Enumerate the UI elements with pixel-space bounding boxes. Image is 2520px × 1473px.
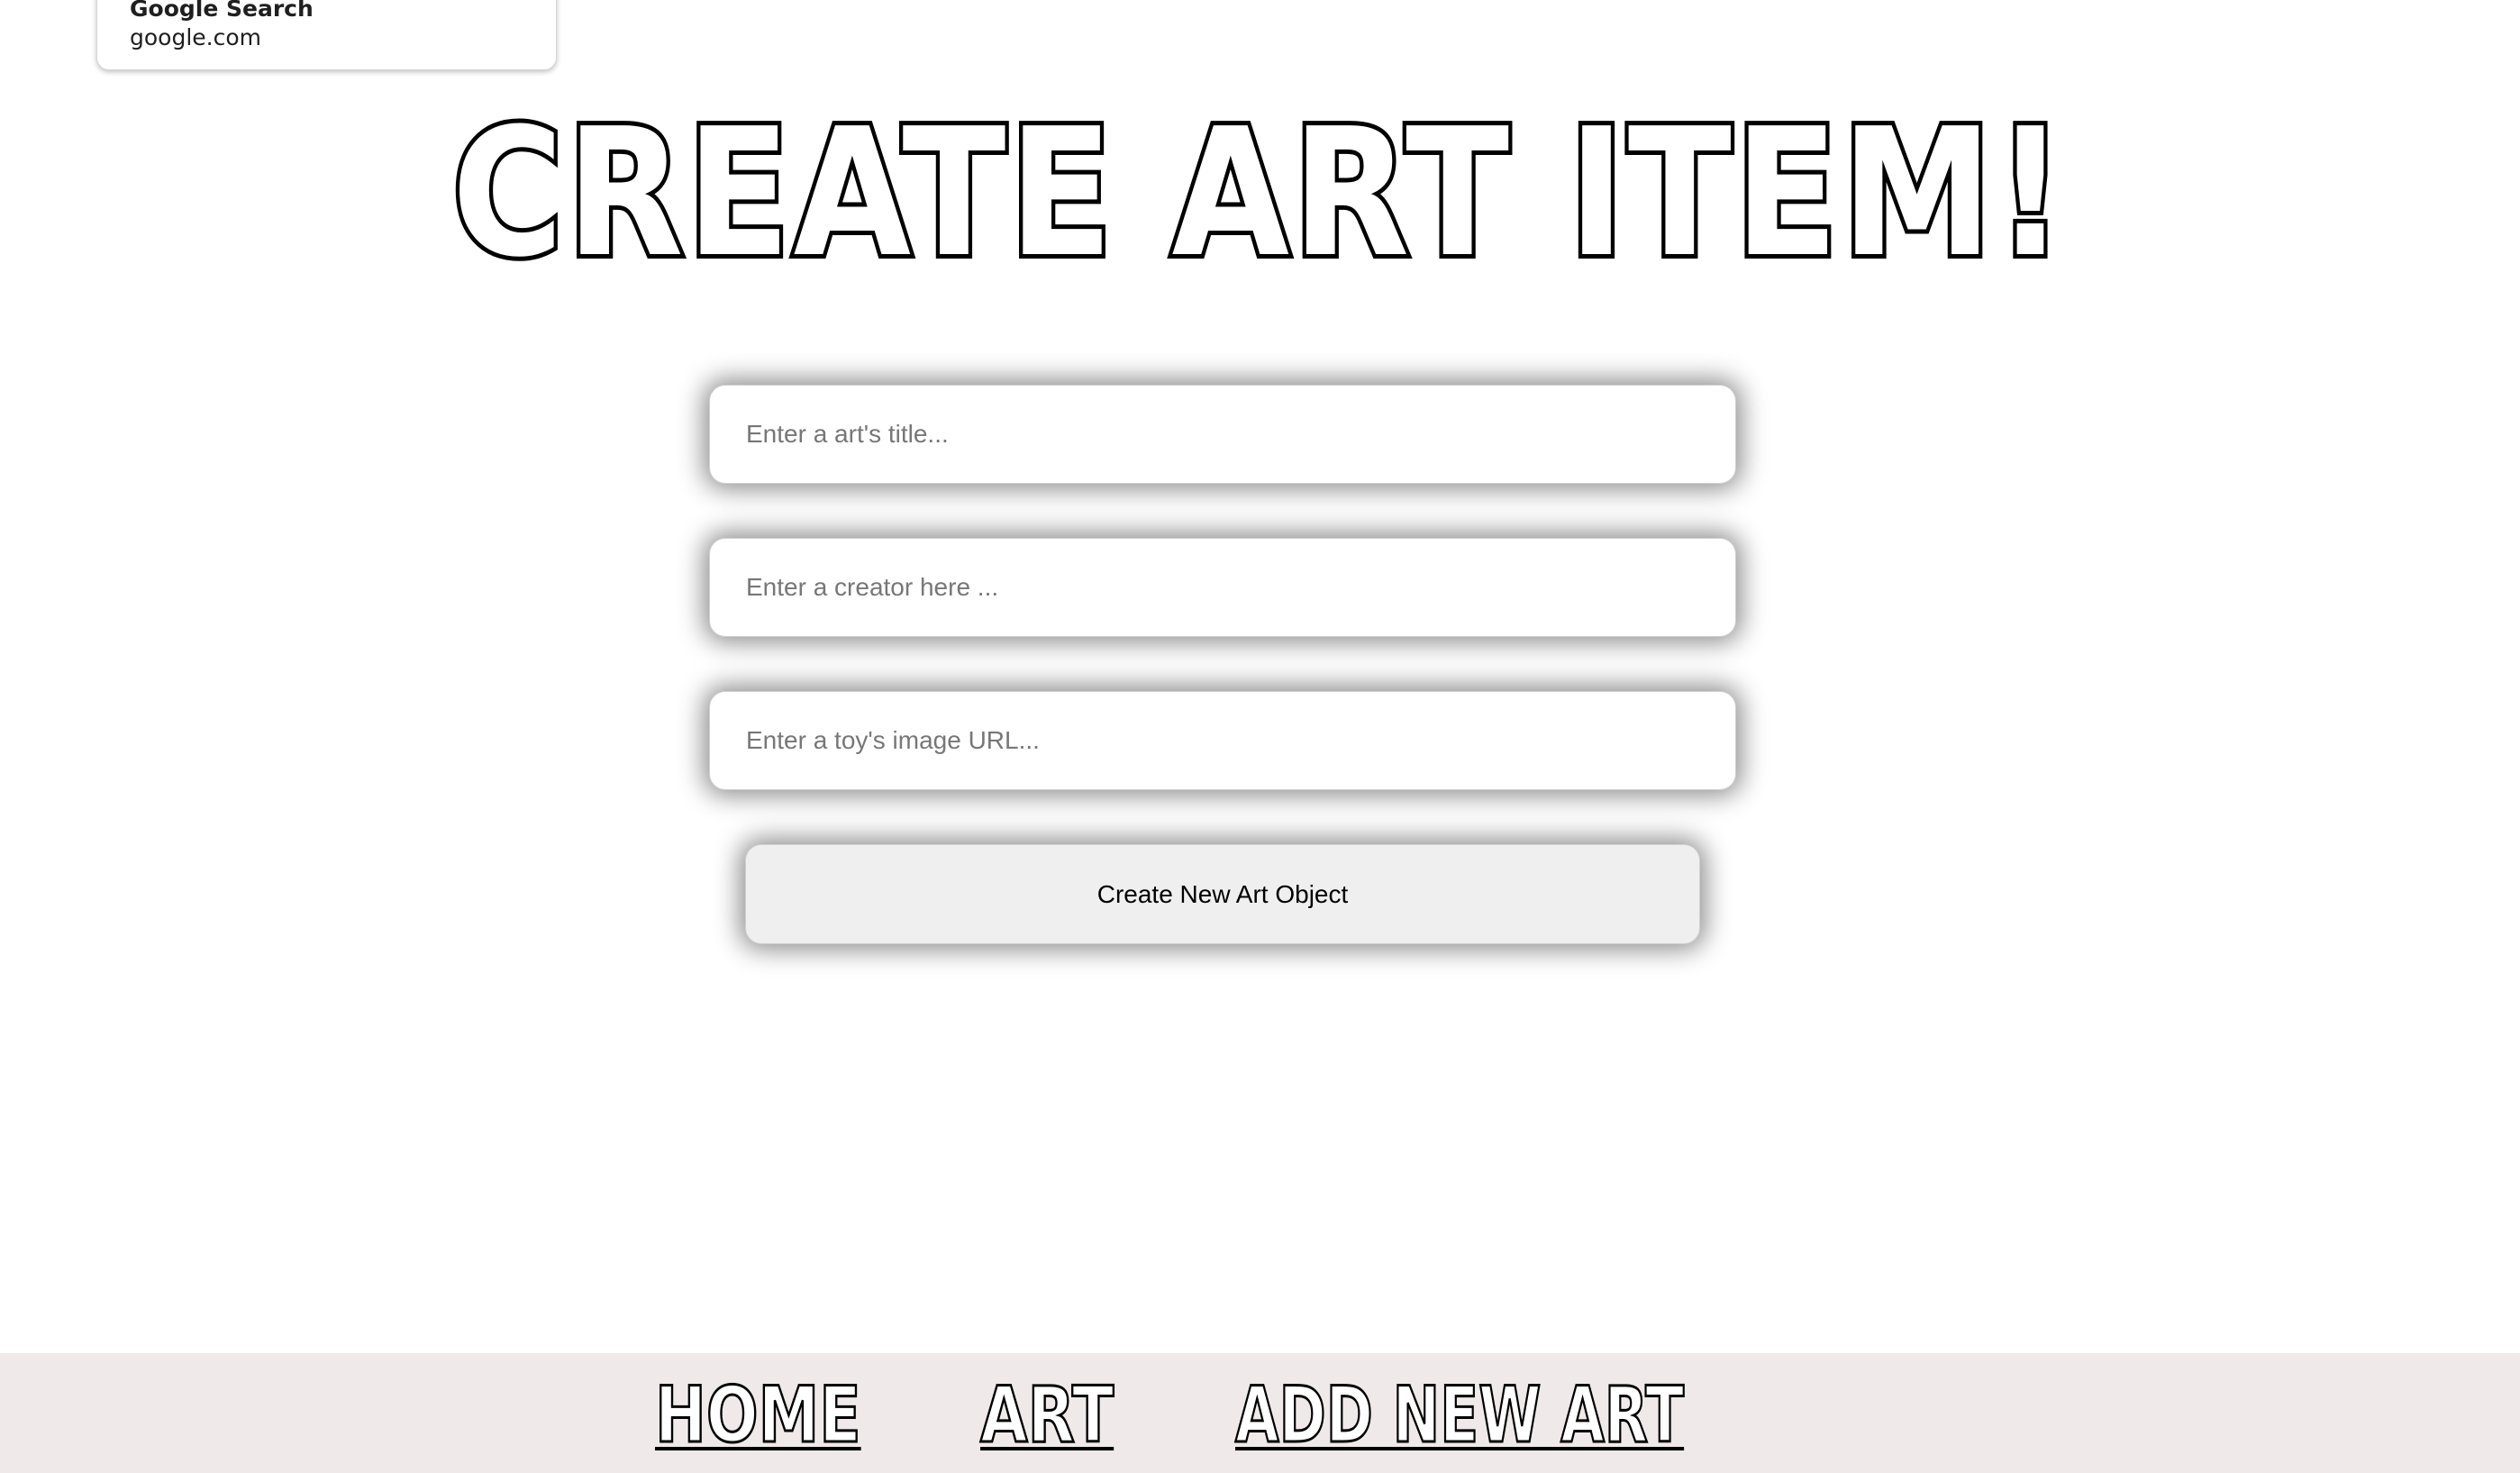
create-art-button[interactable]: Create New Art Object [745, 844, 1700, 944]
footer-nav: HOME ART ADD NEW ART [0, 1353, 2520, 1473]
creator-input[interactable] [709, 538, 1736, 637]
page-title: CREATE ART ITEM! [448, 91, 2069, 296]
page: Google Search google.com CREATE ART ITEM… [0, 0, 2520, 1473]
nav-link-add-new-art[interactable]: ADD NEW ART [1234, 1376, 1685, 1456]
address-suggestion-popup[interactable]: Google Search google.com [96, 0, 557, 70]
nav-link-home[interactable]: HOME [654, 1376, 862, 1456]
art-title-input[interactable] [709, 385, 1736, 484]
suggestion-url: google.com [130, 24, 261, 50]
nav-link-art[interactable]: ART [979, 1376, 1115, 1456]
suggestion-title: Google Search [130, 0, 314, 22]
image-url-input[interactable] [709, 691, 1736, 790]
